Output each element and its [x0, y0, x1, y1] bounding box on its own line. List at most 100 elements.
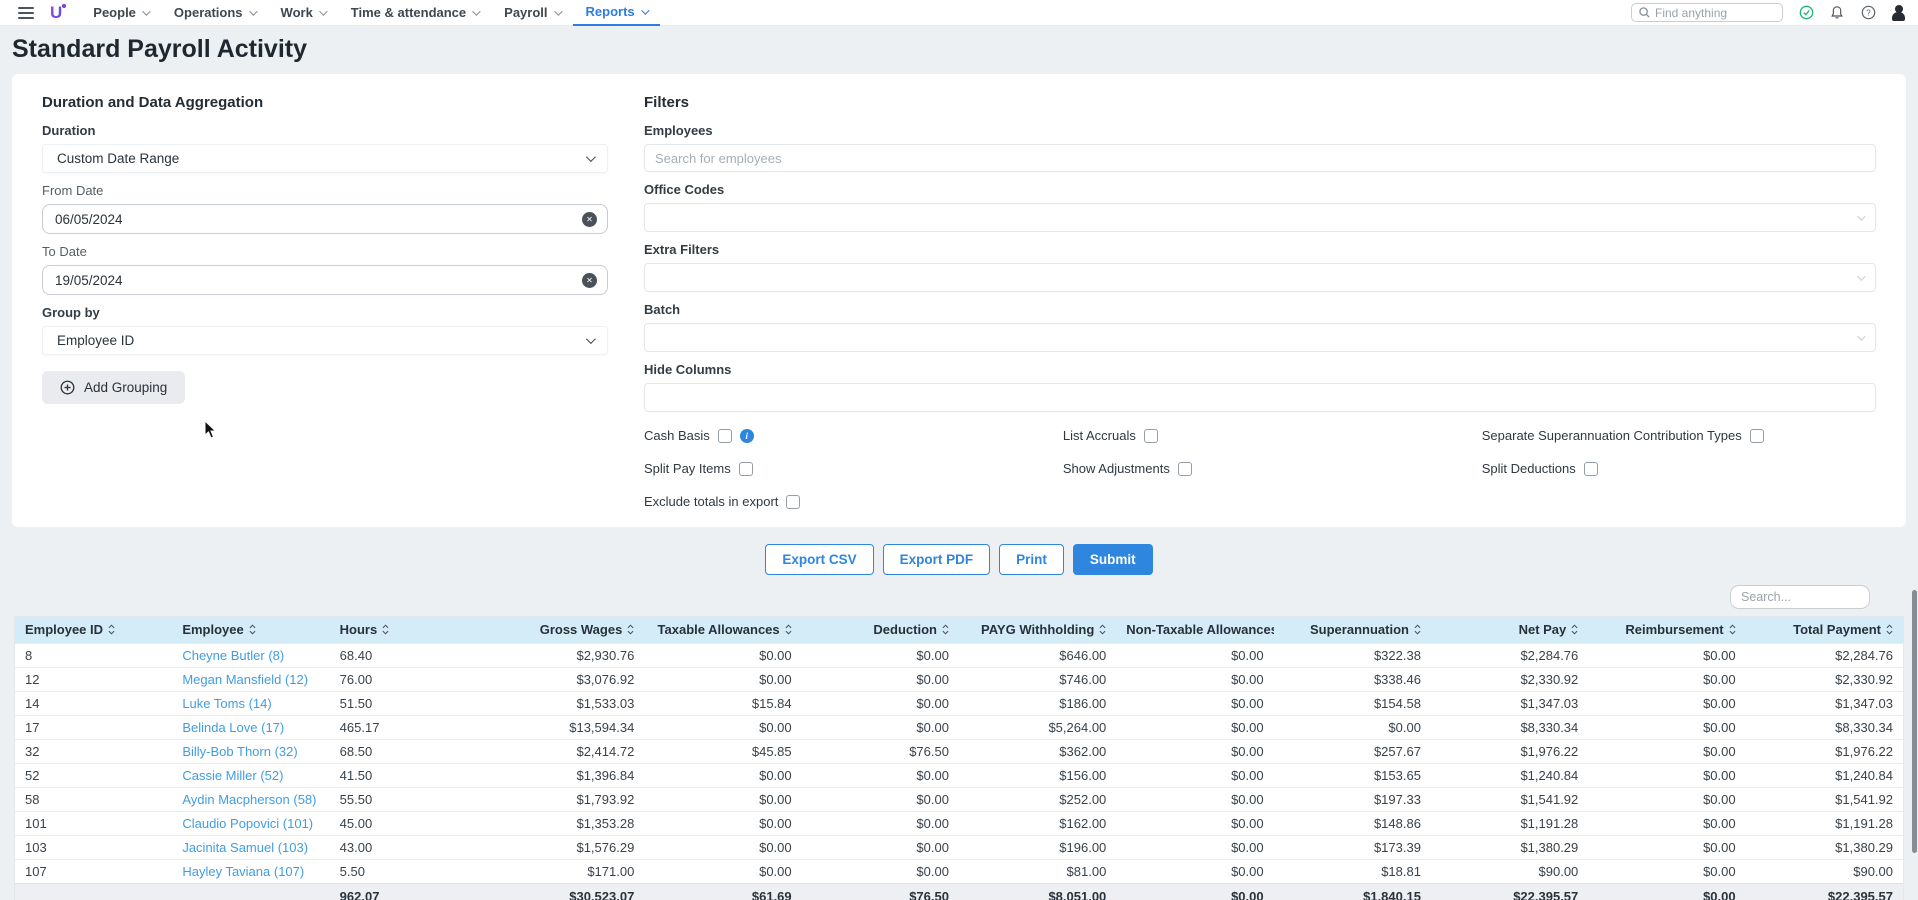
nav-payroll[interactable]: Payroll: [491, 0, 572, 26]
col-taxable-allowances[interactable]: Taxable Allowances: [644, 617, 801, 643]
list-accruals-checkbox[interactable]: [1144, 429, 1158, 443]
col-employee[interactable]: Employee: [172, 617, 329, 643]
global-search[interactable]: [1631, 3, 1783, 22]
employee-link[interactable]: Cheyne Butler (8): [182, 648, 284, 663]
show-adjustments-checkbox[interactable]: [1178, 462, 1192, 476]
employee-link[interactable]: Belinda Love (17): [182, 720, 284, 735]
table-cell: $0.00: [644, 859, 801, 883]
nav-work[interactable]: Work: [268, 0, 338, 26]
submit-button[interactable]: Submit: [1073, 544, 1153, 575]
col-payg-withholding[interactable]: PAYG Withholding: [959, 617, 1116, 643]
employee-link[interactable]: Luke Toms (14): [182, 696, 271, 711]
nav-time-attendance[interactable]: Time & attendance: [338, 0, 491, 26]
hide-columns-select[interactable]: [644, 383, 1876, 412]
table-cell: $0.00: [1274, 715, 1431, 739]
table-cell: $2,330.92: [1431, 667, 1588, 691]
batch-select[interactable]: [644, 323, 1876, 352]
employee-link[interactable]: Claudio Popovici (101): [182, 816, 313, 831]
nav-reports[interactable]: Reports: [573, 0, 660, 26]
exclude-totals-checkbox[interactable]: [786, 495, 800, 509]
page-scrollbar-thumb[interactable]: [1912, 590, 1917, 853]
from-date-label: From Date: [42, 183, 608, 198]
table-cell: $0.00: [1116, 859, 1273, 883]
col-net-pay[interactable]: Net Pay: [1431, 617, 1588, 643]
sort-icon[interactable]: [1571, 624, 1578, 635]
employees-search-field: [644, 144, 1876, 172]
col-gross-wages[interactable]: Gross Wages: [487, 617, 644, 643]
employees-search-input[interactable]: [655, 151, 1865, 166]
sort-icon[interactable]: [942, 624, 949, 635]
help-icon[interactable]: ?: [1860, 5, 1876, 21]
table-cell: $0.00: [1116, 763, 1273, 787]
table-cell: $1,793.92: [487, 787, 644, 811]
info-icon[interactable]: i: [740, 429, 754, 443]
table-cell: $0.00: [802, 859, 959, 883]
sort-icon[interactable]: [108, 624, 115, 635]
clear-to-date-icon[interactable]: ✕: [582, 273, 597, 288]
sort-icon[interactable]: [249, 624, 256, 635]
table-cell: $0.00: [644, 715, 801, 739]
table-cell: $0.00: [802, 763, 959, 787]
employee-cell: Aydin Macpherson (58): [172, 787, 329, 811]
table-cell: $0.00: [1588, 787, 1745, 811]
separate-super-checkbox[interactable]: [1750, 429, 1764, 443]
table-cell: $0.00: [644, 667, 801, 691]
employee-link[interactable]: Jacinita Samuel (103): [182, 840, 308, 855]
office-codes-select[interactable]: [644, 203, 1876, 232]
clear-from-date-icon[interactable]: ✕: [582, 212, 597, 227]
table-cell: $746.00: [959, 667, 1116, 691]
group-by-select[interactable]: Employee ID: [42, 326, 608, 355]
sort-icon[interactable]: [1099, 624, 1106, 635]
col-non-taxable-allowances[interactable]: Non-Taxable Allowances: [1116, 617, 1273, 643]
user-avatar[interactable]: [1891, 5, 1906, 21]
table-cell: $2,414.72: [487, 739, 644, 763]
employee-cell: Hayley Taviana (107): [172, 859, 329, 883]
status-check-icon[interactable]: [1798, 5, 1814, 21]
from-date-input[interactable]: [55, 212, 582, 227]
employee-link[interactable]: Megan Mansfield (12): [182, 672, 308, 687]
split-pay-items-checkbox[interactable]: [739, 462, 753, 476]
to-date-label: To Date: [42, 244, 608, 259]
col-employee-id[interactable]: Employee ID: [15, 617, 172, 643]
table-cell: 107: [15, 859, 172, 883]
duration-label: Duration: [42, 123, 608, 138]
add-grouping-button[interactable]: Add Grouping: [42, 371, 185, 404]
duration-select[interactable]: Custom Date Range: [42, 144, 608, 173]
table-cell: 51.50: [330, 691, 487, 715]
hamburger-menu-icon[interactable]: [18, 7, 34, 19]
employee-link[interactable]: Hayley Taviana (107): [182, 864, 304, 879]
employee-link[interactable]: Billy-Bob Thorn (32): [182, 744, 297, 759]
employee-link[interactable]: Aydin Macpherson (58): [182, 792, 316, 807]
notifications-bell-icon[interactable]: [1829, 5, 1845, 21]
table-cell: $0.00: [1116, 691, 1273, 715]
col-superannuation[interactable]: Superannuation: [1274, 617, 1431, 643]
employee-cell: Jacinita Samuel (103): [172, 835, 329, 859]
sort-icon[interactable]: [1414, 624, 1421, 635]
export-pdf-button[interactable]: Export PDF: [883, 544, 991, 575]
global-search-input[interactable]: [1655, 6, 1765, 20]
sort-icon[interactable]: [627, 624, 634, 635]
table-search-input[interactable]: [1741, 590, 1859, 604]
split-deductions-checkbox[interactable]: [1584, 462, 1598, 476]
sort-icon[interactable]: [785, 624, 792, 635]
col-total-payment[interactable]: Total Payment: [1746, 617, 1903, 643]
col-reimbursement[interactable]: Reimbursement: [1588, 617, 1745, 643]
nav-people[interactable]: People: [80, 0, 161, 26]
col-deduction[interactable]: Deduction: [802, 617, 959, 643]
sort-icon[interactable]: [382, 624, 389, 635]
nav-operations[interactable]: Operations: [161, 0, 268, 26]
split-deductions-option: Split Deductions: [1482, 461, 1876, 476]
sort-icon[interactable]: [1886, 624, 1893, 635]
col-hours[interactable]: Hours: [330, 617, 487, 643]
cash-basis-checkbox[interactable]: [718, 429, 732, 443]
employee-link[interactable]: Cassie Miller (52): [182, 768, 283, 783]
table-cell: $252.00: [959, 787, 1116, 811]
hide-columns-label: Hide Columns: [644, 362, 1876, 377]
app-logo[interactable]: U: [50, 3, 62, 23]
sort-icon[interactable]: [1729, 624, 1736, 635]
print-button[interactable]: Print: [999, 544, 1064, 575]
extra-filters-select[interactable]: [644, 263, 1876, 292]
table-row: 12Megan Mansfield (12)76.00$3,076.92$0.0…: [15, 667, 1903, 691]
export-csv-button[interactable]: Export CSV: [765, 544, 873, 575]
to-date-input[interactable]: [55, 273, 582, 288]
